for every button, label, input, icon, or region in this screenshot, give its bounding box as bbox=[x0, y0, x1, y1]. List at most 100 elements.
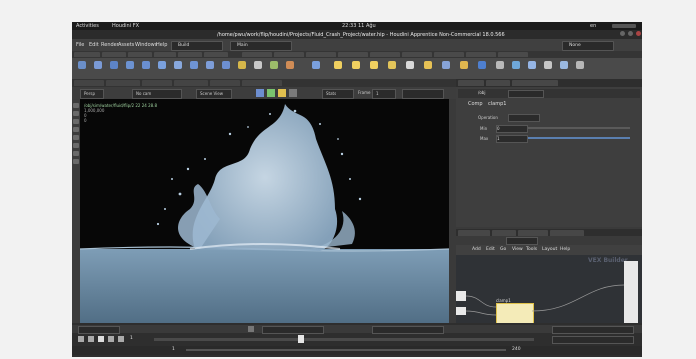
menu-assets[interactable]: Assets bbox=[118, 42, 134, 48]
cache-field[interactable] bbox=[372, 326, 444, 334]
tab-animation-editor[interactable] bbox=[106, 80, 140, 86]
scene-field[interactable] bbox=[402, 89, 444, 99]
min-field[interactable]: 0 bbox=[496, 125, 528, 133]
grid-icon[interactable] bbox=[142, 61, 150, 69]
language-indicator[interactable]: en bbox=[590, 23, 596, 29]
scale-tool-icon[interactable] bbox=[73, 127, 79, 132]
move-tool-icon[interactable] bbox=[73, 111, 79, 116]
minimize-icon[interactable] bbox=[620, 31, 625, 36]
shelf-tab[interactable] bbox=[154, 52, 176, 57]
shelf-tab[interactable] bbox=[128, 52, 152, 57]
environment-light-icon[interactable] bbox=[442, 61, 450, 69]
stereo-camera-icon[interactable] bbox=[544, 61, 552, 69]
shelf-tab[interactable] bbox=[434, 52, 464, 57]
timeline-track[interactable] bbox=[154, 338, 534, 341]
range-start[interactable]: 1 bbox=[172, 347, 175, 352]
step-back-icon[interactable] bbox=[88, 336, 94, 342]
shelf-tab[interactable] bbox=[242, 52, 272, 57]
node-path-field[interactable] bbox=[508, 90, 544, 98]
tab-geometry-spreadsheet[interactable] bbox=[242, 80, 282, 86]
distant-light-icon[interactable] bbox=[424, 61, 432, 69]
build-desktop-dropdown[interactable]: Build bbox=[171, 41, 223, 51]
point-light-icon[interactable] bbox=[334, 61, 342, 69]
shelf-tab[interactable] bbox=[466, 52, 496, 57]
path-icon[interactable] bbox=[222, 61, 230, 69]
spot-light-icon[interactable] bbox=[352, 61, 360, 69]
view-tool-icon[interactable] bbox=[73, 151, 79, 156]
torus-icon[interactable] bbox=[126, 61, 134, 69]
tab-parameters[interactable] bbox=[458, 80, 484, 86]
caustic-light-icon[interactable] bbox=[496, 61, 504, 69]
network-path[interactable]: /obj bbox=[478, 90, 485, 95]
shading-icon[interactable] bbox=[267, 89, 275, 97]
camera-icon[interactable] bbox=[312, 61, 320, 69]
stats-dropdown[interactable]: Stats bbox=[322, 89, 354, 99]
shelf-tab[interactable] bbox=[338, 52, 368, 57]
lock-icon[interactable] bbox=[248, 326, 254, 332]
menu-render[interactable]: Render bbox=[101, 42, 119, 48]
range-end[interactable]: 240 bbox=[512, 347, 521, 352]
font-icon[interactable] bbox=[254, 61, 262, 69]
switcher-icon[interactable] bbox=[576, 61, 584, 69]
net-menu-view[interactable]: View bbox=[512, 247, 523, 252]
shelf-tab[interactable] bbox=[370, 52, 400, 57]
lsystem-icon[interactable] bbox=[286, 61, 294, 69]
step-forward-icon[interactable] bbox=[108, 336, 114, 342]
net-menu-edit[interactable]: Edit bbox=[486, 247, 495, 252]
circle-icon[interactable] bbox=[190, 61, 198, 69]
keys-dropdown[interactable] bbox=[552, 326, 634, 334]
current-frame[interactable]: 1 bbox=[130, 336, 133, 341]
tab-composite-view[interactable] bbox=[174, 80, 208, 86]
display-menu[interactable]: Scene View bbox=[196, 89, 232, 99]
shelf-tab[interactable] bbox=[204, 52, 228, 57]
shelf-tab[interactable] bbox=[306, 52, 336, 57]
tab-motion-fx[interactable] bbox=[210, 80, 240, 86]
close-icon[interactable] bbox=[636, 31, 641, 36]
menu-help[interactable]: Help bbox=[156, 42, 167, 48]
handle-tool-icon[interactable] bbox=[73, 135, 79, 140]
shelf-tab[interactable] bbox=[74, 52, 100, 57]
select-tool-icon[interactable] bbox=[73, 103, 79, 108]
system-tray-icons[interactable] bbox=[612, 24, 636, 28]
shelf-tab[interactable] bbox=[274, 52, 304, 57]
vr-camera-icon[interactable] bbox=[560, 61, 568, 69]
menu-file[interactable]: File bbox=[76, 42, 84, 48]
tab-render-view[interactable] bbox=[142, 80, 172, 86]
min-slider[interactable] bbox=[528, 127, 630, 129]
net-menu-help[interactable]: Help bbox=[560, 247, 570, 252]
tube-icon[interactable] bbox=[110, 61, 118, 69]
play-icon[interactable] bbox=[98, 336, 104, 342]
curve-icon[interactable] bbox=[206, 61, 214, 69]
net-menu-go[interactable]: Go bbox=[500, 247, 506, 252]
net-menu-add[interactable]: Add bbox=[472, 247, 481, 252]
time-field[interactable] bbox=[262, 326, 324, 334]
geometry-light-icon[interactable] bbox=[388, 61, 396, 69]
range-slider[interactable] bbox=[186, 349, 506, 351]
frame-field[interactable]: 1 bbox=[372, 89, 396, 99]
tab-scene-view[interactable] bbox=[74, 80, 104, 86]
ambient-light-icon[interactable] bbox=[528, 61, 536, 69]
gi-light-icon[interactable] bbox=[478, 61, 486, 69]
pose-tool-icon[interactable] bbox=[73, 143, 79, 148]
timeline-cursor[interactable] bbox=[298, 335, 304, 343]
display-options-icon[interactable] bbox=[289, 89, 297, 97]
tab-performance-monitor[interactable] bbox=[512, 80, 558, 86]
platonic-icon[interactable] bbox=[270, 61, 278, 69]
rotate-tool-icon[interactable] bbox=[73, 119, 79, 124]
shelf-tab[interactable] bbox=[102, 52, 126, 57]
snap-icon[interactable] bbox=[256, 89, 264, 97]
max-slider[interactable] bbox=[528, 137, 630, 139]
brush-tool-icon[interactable] bbox=[73, 159, 79, 164]
volume-light-icon[interactable] bbox=[406, 61, 414, 69]
pane-menu[interactable]: Persp bbox=[80, 89, 104, 99]
operation-dropdown[interactable] bbox=[508, 114, 540, 122]
jump-end-icon[interactable] bbox=[118, 336, 124, 342]
net-menu-layout[interactable]: Layout bbox=[542, 247, 557, 252]
sky-light-icon[interactable] bbox=[460, 61, 468, 69]
shelf-tab[interactable] bbox=[498, 52, 528, 57]
area-light-icon[interactable] bbox=[370, 61, 378, 69]
tab-take-list[interactable] bbox=[486, 80, 510, 86]
max-field[interactable]: 1 bbox=[496, 135, 528, 143]
sphere-icon[interactable] bbox=[94, 61, 102, 69]
box-icon[interactable] bbox=[78, 61, 86, 69]
